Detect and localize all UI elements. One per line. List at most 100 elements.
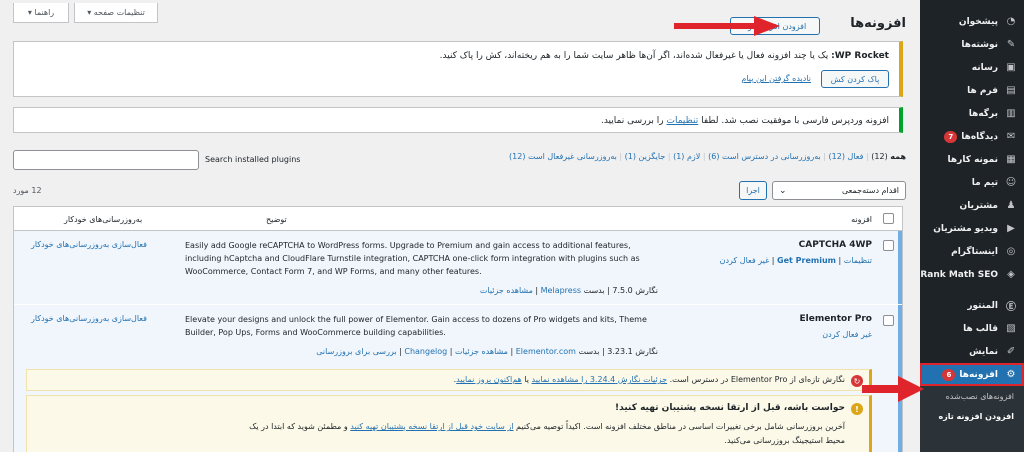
sidebar-item-label: پیشخوان [958,16,998,27]
enable-auto-updates-link[interactable]: فعال‌سازی به‌روزرسانی‌های خودکار [31,240,147,249]
plugin-version: نگارش 3.23.1 [607,347,658,356]
plugin-actions: تنظیمات | Get Premium | غیر فعال کردن [719,256,872,265]
sidebar-item-label: نمایش [969,346,998,357]
backup-link[interactable]: از سایت خود قبل از ارتقا نسخه پشتیبان ته… [350,422,513,431]
sidebar-item[interactable]: ◎ اینستاگرام [920,240,1024,263]
wp-rocket-brand: WP Rocket: [831,51,889,61]
plugin-description: Easily add Google reCAPTCHA to WordPress… [185,241,640,276]
sidebar-item-label: فرم ها [967,85,998,96]
submenu-installed-plugins[interactable]: افزونه‌های نصب‌شده [920,386,1024,406]
settings-link[interactable]: تنظیمات [667,116,699,126]
clear-cache-button[interactable]: پاک کردن کش [821,70,889,88]
sidebar-item[interactable]: ⚙ افزونه‌ها 6 [920,363,1024,386]
enable-auto-updates-link[interactable]: فعال‌سازی به‌روزرسانی‌های خودکار [31,314,147,323]
sidebar-item[interactable]: ☺ تیم ما [920,171,1024,194]
sidebar-item[interactable]: ◈ Rank Math SEO [920,263,1024,286]
column-description-label: توضیح [266,214,287,224]
bulk-action-select[interactable]: اقدام دسته‌جمعی ⌄ [772,181,906,200]
settings-link[interactable]: تنظیمات [844,256,872,265]
sidebar-item[interactable]: ▥ برگه‌ها [920,102,1024,125]
plugin-name: CAPTCHA 4WP [798,240,872,250]
update-available-notice: ↻ نگارش تازه‌ای از Elementor Pro در دستر… [26,369,872,391]
filter-auto-updates-disabled[interactable]: به‌روزرسانی غیرفعال است (12) [509,152,617,161]
dismiss-notice-link[interactable]: نادیده گرفتن این پیام [741,74,811,83]
filter-active[interactable]: فعال (12) [829,152,864,161]
column-plugin: افزونه [851,214,872,224]
deactivate-link[interactable]: غیر فعال کردن [822,330,872,339]
portfolio-icon: ▦ [1006,154,1016,165]
search-plugins-input[interactable] [13,150,199,170]
plugin-row-captcha4wp: CAPTCHA 4WP تنظیمات | Get Premium | غیر … [14,231,902,304]
plugins-icon: ⚙ [1006,369,1016,380]
sidebar-item[interactable]: ▤ فرم ها [920,79,1024,102]
sidebar-badge: 6 [942,368,956,381]
templates-icon: ▧ [1006,323,1016,334]
update-message: نگارش تازه‌ای از Elementor Pro در دسترس … [454,375,845,384]
plugin-author-link[interactable]: Elementor.com [516,347,576,356]
update-text: نگارش تازه‌ای از Elementor Pro در دسترس … [667,375,845,384]
help-button[interactable]: راهنما ▾ [13,3,69,23]
sidebar-item-label: تیم ما [971,177,998,188]
view-details-link[interactable]: مشاهده جزئیات [480,286,533,295]
sidebar-item[interactable]: ✎ نوشته‌ها [920,33,1024,56]
apply-bulk-button[interactable]: اجرا [739,181,767,200]
deactivate-link[interactable]: غیر فعال کردن [720,256,770,265]
filter-update-available[interactable]: به‌روزرسانی در دسترس است (6) [708,152,821,161]
sidebar-item-label: مشتریان [959,200,998,211]
team-icon: ☺ [1005,177,1017,188]
sidebar-item[interactable]: ✐ نمایش [920,340,1024,363]
plugins-table: افزونه توضیح به‌روزرسانی‌های خودکار CAPT… [13,206,903,452]
get-premium-link[interactable]: Get Premium [777,256,836,265]
filter-must-use[interactable]: لازم (1) [673,152,700,161]
sidebar-item-label: ویدیو مشتریان [933,223,998,234]
admin-sidebar: ◔ پیشخوان ✎ نوشته‌ها ▣ رسانه ▤ فرم ها ▥ برگه‌ها ✉ د… [920,0,1024,452]
clear-cache-label: پاک کردن کش [830,74,880,84]
backup-warning-title: حواست باشه، قبل از ارتقا نسخه پشتیبان ته… [615,403,845,413]
sidebar-item[interactable]: ▶ ویدیو مشتریان [920,217,1024,240]
plugin-author-link[interactable]: Melapress [541,286,581,295]
plugin-version: نگارش 7.5.0 [612,286,658,295]
submenu-add-new-plugin[interactable]: افزودن افزونه تازه [920,406,1024,426]
check-updates-link[interactable]: بررسی برای بروزرسانی [316,347,396,356]
persian-notice-text: افزونه وردپرس فارسی با موفقیت نصب شد. لط… [698,116,889,126]
comments-icon: ✉ [1006,131,1016,142]
wp-rocket-notice: WP Rocket: یک یا چند افزونه فعال یا غیرف… [13,41,903,97]
sidebar-item[interactable]: ▣ رسانه [920,56,1024,79]
filter-all[interactable]: همه [890,152,906,161]
column-description: توضیح [266,207,666,231]
plugin-name: Elementor Pro [799,314,872,324]
plugin-actions: غیر فعال کردن [822,330,872,339]
update-now-link[interactable]: هم‌اکنون بروز نمایید [456,375,522,384]
sidebar-item-label: رسانه [971,62,998,73]
help-label: راهنما ▾ [27,8,55,17]
sidebar-item[interactable]: ▧ قالب ها [920,317,1024,340]
red-arrow-icon [862,376,924,402]
sidebar-item-label: برگه‌ها [968,108,998,119]
update-row: ↻ نگارش تازه‌ای از Elementor Pro در دستر… [14,365,902,452]
sidebar-item[interactable]: ◔ پیشخوان [920,10,1024,33]
search-plugins-label: Search installed plugins [205,155,301,164]
sidebar-item[interactable]: Ⓔ المنتور [920,294,1024,317]
red-arrow-icon [674,16,780,36]
plugin-by: | بدست [578,347,605,356]
plugin-by: | بدست [583,286,610,295]
filter-dropins[interactable]: جایگزین (1) [625,152,666,161]
row-checkbox[interactable] [883,240,894,251]
screen-options-button[interactable]: تنظیمات صفحه ▾ [74,3,158,23]
rankmath-icon: ◈ [1007,269,1015,280]
dashboard-icon: ◔ [1006,16,1016,27]
select-all-checkbox[interactable] [883,213,894,224]
sidebar-item-label: قالب ها [963,323,998,334]
plugin-meta: نگارش 7.5.0 | بدست Melapress | مشاهده جز… [479,286,658,295]
row-checkbox[interactable] [883,315,894,326]
sidebar-item[interactable]: ♟ مشتریان [920,194,1024,217]
view-details-link[interactable]: مشاهده جزئیات [455,347,508,356]
media-icon: ▣ [1006,62,1016,73]
sidebar-item-label: نوشته‌ها [961,39,998,50]
page-title: افزونه‌ها [850,16,906,31]
plugin-status-filters: همه (12) | فعال (12) | به‌روزرسانی در دس… [509,152,906,161]
changelog-link[interactable]: Changelog [404,347,447,356]
sidebar-item[interactable]: ▦ نمونه کارها [920,148,1024,171]
view-version-details-link[interactable]: جزئیات نگارش 3.24.4 را مشاهده نمایید [532,375,668,384]
sidebar-item[interactable]: ✉ دیدگاه‌ها 7 [920,125,1024,148]
